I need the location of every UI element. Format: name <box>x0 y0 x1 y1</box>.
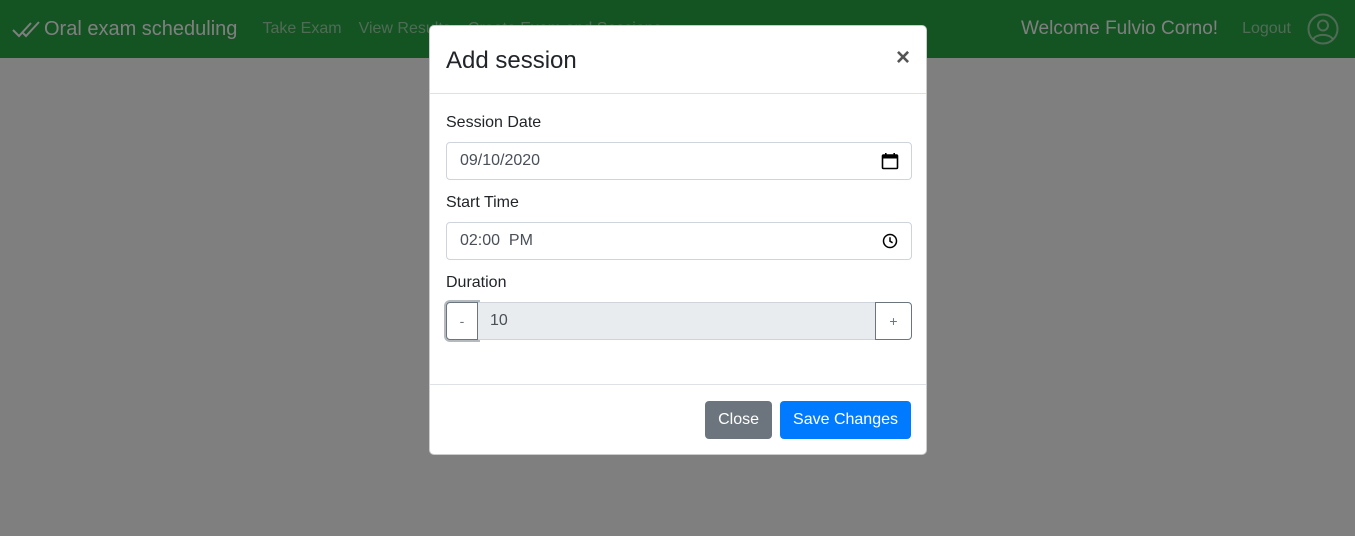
session-date-label: Session Date <box>446 114 542 131</box>
start-time-group: Start Time 02:00 PM <box>446 194 912 260</box>
modal-title: Add session <box>446 46 577 74</box>
save-changes-button[interactable]: Save Changes <box>780 401 911 439</box>
duration-group: Duration - 10 + <box>446 274 912 340</box>
decrement-button[interactable]: - <box>446 302 478 340</box>
start-time-value: 02:00 PM <box>460 232 533 249</box>
modal-header: Add session × <box>430 26 926 94</box>
clock-icon[interactable] <box>881 232 899 250</box>
close-x-button[interactable]: × <box>896 45 910 74</box>
close-button[interactable]: Close <box>705 401 773 439</box>
session-date-input[interactable]: 09/10/2020 <box>446 142 912 180</box>
start-time-label: Start Time <box>446 194 519 211</box>
duration-stepper: - 10 + <box>446 302 912 340</box>
session-date-group: Session Date 09/10/2020 <box>446 114 912 180</box>
increment-button[interactable]: + <box>875 302 912 340</box>
duration-value: 10 <box>478 302 875 340</box>
session-date-value: 09/10/2020 <box>460 152 541 169</box>
duration-label: Duration <box>446 274 507 291</box>
modal-footer: Close Save Changes <box>430 384 926 455</box>
start-time-input[interactable]: 02:00 PM <box>446 222 912 260</box>
modal-body: Session Date 09/10/2020 Start Time 02:00… <box>430 94 926 384</box>
add-session-modal: Add session × Session Date 09/10/2020 St… <box>429 25 927 455</box>
calendar-icon[interactable] <box>881 152 899 170</box>
